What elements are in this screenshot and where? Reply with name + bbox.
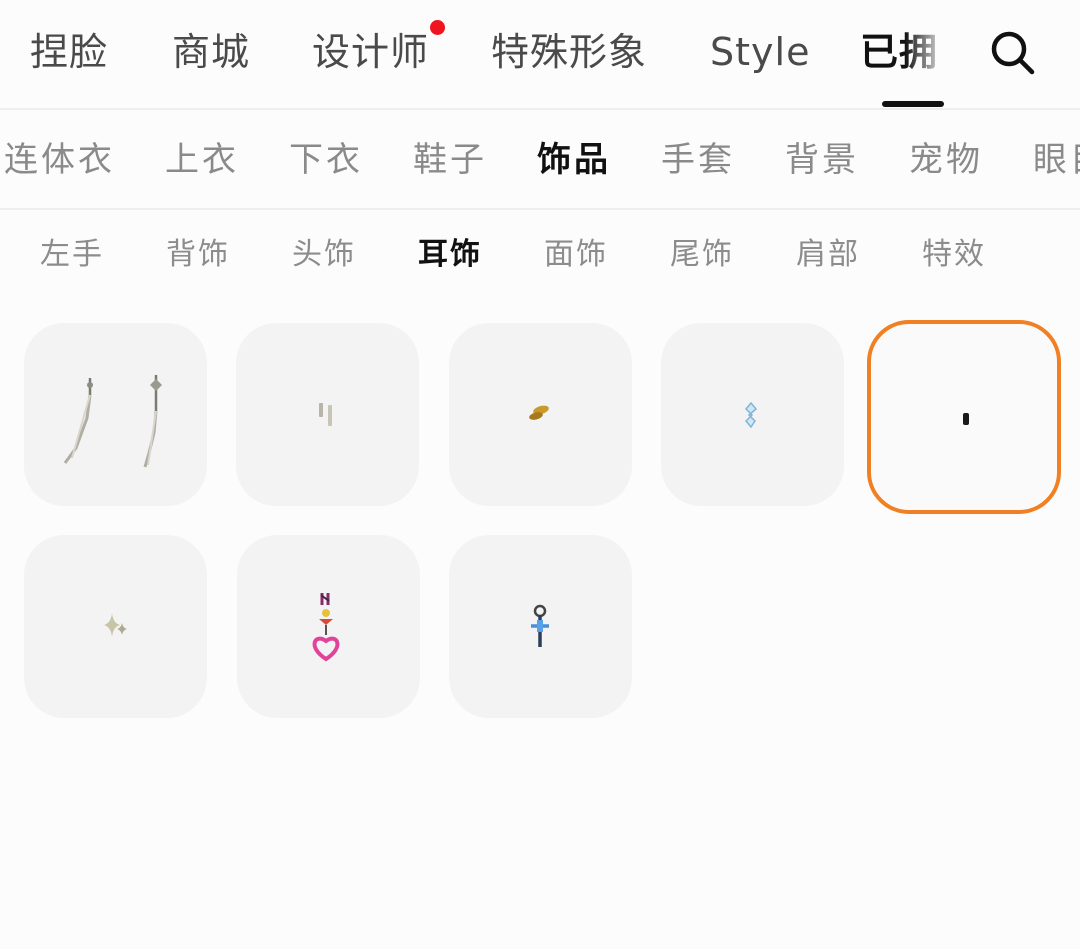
tab-face[interactable]: 捏脸: [30, 26, 108, 78]
tab-gloves[interactable]: 手套: [661, 137, 735, 183]
tab-fade-mask: [905, 20, 965, 90]
item-card[interactable]: [449, 535, 632, 718]
item-card-selected[interactable]: [867, 320, 1061, 514]
pink-heart-earring-icon: [312, 593, 340, 662]
notification-dot: [430, 20, 445, 35]
subtab-left-hand[interactable]: 左手: [40, 234, 104, 276]
black-stud-earring-icon: [963, 413, 969, 425]
tab-pets[interactable]: 宠物: [909, 137, 983, 183]
tab-mall[interactable]: 商城: [172, 26, 250, 78]
item-card[interactable]: [24, 535, 207, 718]
subtab-face[interactable]: 面饰: [544, 234, 608, 276]
tab-bottoms[interactable]: 下衣: [289, 137, 363, 183]
divider: [0, 108, 1080, 110]
active-tab-indicator: [882, 101, 944, 107]
subtab-shoulder[interactable]: 肩部: [796, 234, 860, 276]
tab-accessories[interactable]: 饰品: [537, 137, 611, 183]
item-card[interactable]: [449, 323, 632, 506]
tab-special-avatar[interactable]: 特殊形象: [491, 26, 647, 78]
tab-shoes[interactable]: 鞋子: [413, 137, 487, 183]
sparkle-star-earring-icon: [104, 613, 127, 637]
crystal-drop-earring-icon: [744, 401, 758, 429]
tab-style[interactable]: Style: [710, 26, 810, 78]
tab-eyes[interactable]: 眼目: [1033, 137, 1080, 183]
subtab-back[interactable]: 背饰: [166, 234, 230, 276]
tab-tops[interactable]: 上衣: [165, 137, 239, 183]
subtab-head[interactable]: 头饰: [292, 234, 356, 276]
item-card[interactable]: [661, 323, 844, 506]
item-card[interactable]: [237, 535, 420, 718]
tab-background[interactable]: 背景: [785, 137, 859, 183]
blue-cross-earring-icon: [531, 604, 549, 647]
subtab-tail[interactable]: 尾饰: [670, 234, 734, 276]
divider: [0, 208, 1080, 210]
item-card[interactable]: [236, 323, 419, 506]
top-tab-bar: 捏脸 商城 设计师 特殊形象 Style 已拥: [0, 0, 1080, 108]
silver-bar-studs-icon: [319, 403, 332, 426]
subtab-effects[interactable]: 特效: [922, 234, 986, 276]
item-card[interactable]: [24, 323, 207, 506]
gold-link-earring-icon: [529, 405, 549, 420]
silver-tassel-earrings-icon: [63, 375, 162, 468]
search-icon[interactable]: [990, 30, 1036, 76]
tab-designer[interactable]: 设计师: [312, 26, 429, 78]
tab-onesie[interactable]: 连体衣: [4, 137, 115, 183]
subtab-ear[interactable]: 耳饰: [418, 234, 482, 276]
